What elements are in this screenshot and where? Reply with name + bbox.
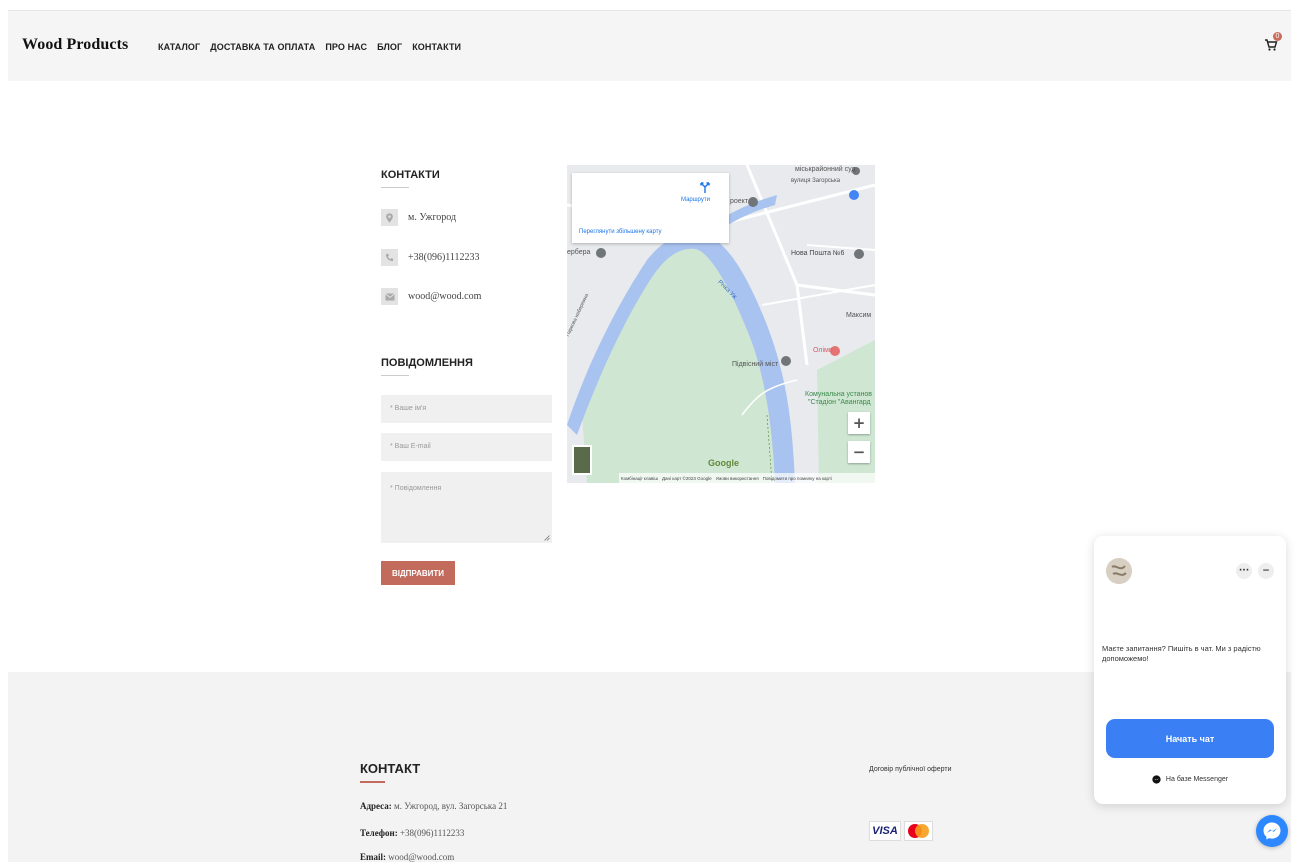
google-map[interactable]: міськрайонний суд вулиця Загорська роект… [567, 165, 875, 483]
footer-phone-value[interactable]: +38(096)1112233 [400, 828, 464, 838]
map-label-nova-poshta: Нова Пошта №6 [791, 250, 845, 257]
footer-phone-label: Телефон: [360, 828, 398, 838]
chat-minimize-button[interactable]: − [1258, 563, 1274, 579]
map-label-stadium-2: "Стадіон "Авангард [808, 399, 871, 406]
google-logo: Google [708, 458, 739, 468]
keyboard-shortcuts-link[interactable]: Комбінації клавіш [621, 476, 658, 481]
map-label-maksym: Максим [846, 312, 872, 319]
send-button[interactable]: ВІДПРАВИТИ [381, 561, 455, 585]
map-data-text: Дані карт ©2023 Google [661, 475, 712, 481]
envelope-icon [381, 288, 398, 305]
email-input[interactable]: * Ваш E-mail [381, 433, 552, 461]
contact-city-row: м. Ужгород [381, 209, 456, 226]
contact-city: м. Ужгород [408, 212, 457, 223]
map-label-court: міськрайонний суд [795, 166, 856, 173]
messenger-icon [1152, 775, 1161, 784]
directions-link[interactable]: Маршрути [681, 197, 710, 203]
nav-blog[interactable]: БЛОГ [377, 42, 402, 52]
map-label-olimp: Олімп [813, 347, 833, 354]
chat-widget: ··· − Маєте запитання? Пишіть в чат. Ми … [1094, 536, 1286, 804]
map-label-project: роект [730, 198, 749, 205]
footer-address: Адреса: м. Ужгород, вул. Загорська 21 [360, 801, 507, 811]
zoom-out-button[interactable]: − [848, 441, 870, 463]
message-placeholder: * Повідомлення [390, 485, 442, 492]
directions-icon[interactable] [700, 181, 710, 193]
footer-phone: Телефон: +38(096)1112233 [360, 828, 464, 838]
site-logo[interactable]: Wood Products [22, 36, 128, 54]
map-label-bridge: Підвісний міст [732, 361, 779, 368]
nav-about[interactable]: ПРО НАС [325, 42, 367, 52]
site-header: Wood Products КАТАЛОГ ДОСТАВКА ТА ОПЛАТА… [8, 10, 1291, 81]
chat-avatar [1106, 558, 1132, 584]
nav-catalog[interactable]: КАТАЛОГ [158, 42, 200, 52]
title-underline [381, 375, 409, 376]
public-offer-link[interactable]: Договір публічної оферти [869, 766, 952, 773]
footer-title-underline [360, 781, 385, 783]
nav-contacts[interactable]: КОНТАКТИ [412, 42, 461, 52]
contacts-title: КОНТАКТИ [381, 169, 440, 188]
footer-contact-title-text: КОНТАКТ [360, 761, 421, 776]
map-label-street: вулиця Загорська [791, 178, 841, 184]
message-form-title-text: ПОВІДОМЛЕННЯ [381, 357, 473, 369]
view-larger-map-link[interactable]: Переглянути збільшену карту [579, 229, 662, 235]
footer-address-value: м. Ужгород, вул. Загорська 21 [394, 801, 508, 811]
map-footer: Комбінації клавіш Дані карт ©2023 Google… [619, 473, 875, 483]
footer-email-label: Email: [360, 852, 386, 862]
chat-more-button[interactable]: ··· [1236, 563, 1252, 579]
map-pin-icon [381, 209, 398, 226]
cart-count-badge: 0 [1273, 32, 1282, 41]
contacts-title-text: КОНТАКТИ [381, 169, 440, 181]
footer-contact-title: КОНТАКТ [360, 761, 420, 783]
chat-powered-text: На базе Messenger [1165, 776, 1229, 783]
map-label-stadium-1: Комунальна установ [805, 391, 872, 398]
phone-icon [381, 249, 398, 266]
map-label-erbera: ербера [567, 249, 591, 256]
zoom-in-button[interactable]: + [848, 412, 870, 434]
terms-link[interactable]: Умови використання [716, 476, 759, 481]
messenger-launcher-button[interactable] [1256, 815, 1288, 847]
mastercard-logo [904, 821, 933, 841]
report-error-link[interactable]: Повідомити про помилку на карті [763, 476, 832, 481]
map-info-card: Маршрути Переглянути збільшену карту [572, 173, 729, 243]
message-form-title: ПОВІДОМЛЕННЯ [381, 357, 473, 376]
footer-address-label: Адреса: [360, 801, 392, 811]
start-chat-button[interactable]: Начать чат [1106, 719, 1274, 758]
chat-greeting: Маєте запитання? Пишіть в чат. Ми з раді… [1102, 644, 1261, 663]
visa-logo: VISA [869, 821, 901, 841]
footer-email-value[interactable]: wood@wood.com [388, 852, 454, 862]
page: Wood Products КАТАЛОГ ДОСТАВКА ТА ОПЛАТА… [0, 0, 1299, 862]
satellite-toggle[interactable] [572, 445, 592, 475]
contact-email[interactable]: wood@wood.com [408, 291, 481, 302]
title-underline [381, 187, 409, 188]
contact-email-row: wood@wood.com [381, 288, 481, 305]
message-textarea[interactable]: * Повідомлення [381, 472, 552, 543]
resize-handle-icon[interactable] [544, 535, 550, 541]
contact-phone[interactable]: +38(096)1112233 [408, 252, 480, 263]
main-nav: КАТАЛОГ ДОСТАВКА ТА ОПЛАТА ПРО НАС БЛОГ … [158, 42, 461, 52]
messenger-icon [1263, 822, 1281, 840]
name-input[interactable]: * Ваше ім'я [381, 395, 552, 423]
cart-button[interactable]: 0 [1264, 32, 1284, 54]
nav-delivery[interactable]: ДОСТАВКА ТА ОПЛАТА [210, 42, 315, 52]
chat-powered-by: На базе Messenger [1094, 775, 1286, 784]
contact-phone-row: +38(096)1112233 [381, 249, 480, 266]
footer-email: Email: wood@wood.com [360, 852, 454, 862]
